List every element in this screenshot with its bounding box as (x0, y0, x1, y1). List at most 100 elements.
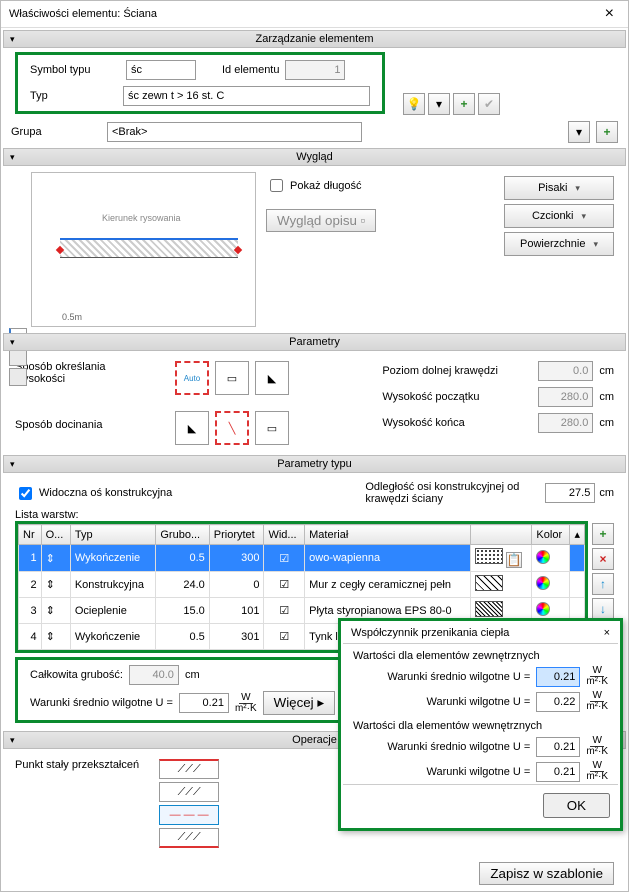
color-icon[interactable] (536, 602, 550, 616)
symbol-label: Symbol typu (30, 64, 120, 76)
medium-humid-input[interactable] (179, 693, 229, 713)
int-wet-input[interactable] (536, 762, 580, 782)
group-dropdown-icon[interactable]: ▾ (568, 121, 590, 143)
show-length-box[interactable] (270, 179, 283, 192)
close-icon[interactable]: × (599, 5, 620, 23)
height-opt-2[interactable]: ▭ (215, 361, 249, 395)
chevron-down-icon: ▾ (10, 459, 15, 470)
height-opt-auto[interactable]: Auto (175, 361, 209, 395)
section-parameters-label: Parametry (289, 336, 340, 348)
surfaces-button[interactable]: Powierzchnie (504, 232, 614, 256)
chevron-down-icon: ▾ (10, 34, 15, 45)
int-medium-input[interactable] (536, 737, 580, 757)
unit-cm: cm (185, 669, 200, 681)
drawing-direction-label: Kierunek rysowania (102, 213, 181, 223)
height-opt-3[interactable]: ◣ (255, 361, 289, 395)
hatch-icon (475, 548, 503, 564)
delete-layer-button[interactable]: × (592, 548, 614, 570)
fixed-point-opt-2[interactable]: ⟋⟋⟋ (159, 782, 219, 802)
section-type-params[interactable]: ▾ Parametry typu (3, 455, 626, 473)
hatch-icon (475, 575, 503, 591)
lower-edge-label: Poziom dolnej krawędzi (382, 365, 532, 377)
col-nr[interactable]: Nr (19, 525, 42, 545)
group-input[interactable] (107, 122, 362, 142)
titlebar: Właściwości elementu: Ściana × (1, 1, 628, 28)
symbol-input[interactable] (126, 60, 196, 80)
window-title: Właściwości elementu: Ściana (9, 8, 157, 20)
int-medium-label: Warunki średnio wilgotne U = (387, 741, 530, 753)
height-method-label: Sposób określania wysokości (15, 361, 155, 385)
int-wet-label: Warunki wilgotne U = (426, 766, 530, 778)
trim-opt-1[interactable]: ◣ (175, 411, 209, 445)
layers-label: Lista warstw: (15, 509, 614, 521)
chevron-down-icon: ▾ (10, 337, 15, 348)
unit-cm: cm (599, 487, 614, 499)
save-template-button[interactable]: Zapisz w szablonie (479, 862, 614, 885)
col-typ[interactable]: Typ (70, 525, 156, 545)
ext-wet-input[interactable] (536, 692, 580, 712)
col-kolor[interactable]: Kolor (532, 525, 570, 545)
ext-wet-label: Warunki wilgotne U = (426, 696, 530, 708)
trim-method-label: Sposób docinania (15, 419, 155, 431)
preview-canvas: Kierunek rysowania 0.5m (31, 172, 256, 327)
add-type-button[interactable]: + (453, 93, 475, 115)
trim-opt-2[interactable]: ╲ (215, 411, 249, 445)
col-o[interactable]: O... (41, 525, 70, 545)
scale-label: 0.5m (62, 312, 82, 322)
unit-cm: cm (599, 391, 614, 403)
section-management[interactable]: ▾ Zarządzanie elementem (3, 30, 626, 48)
show-axis-box[interactable] (19, 487, 32, 500)
fixed-point-opt-1[interactable]: ⟋⟋⟋ (159, 759, 219, 779)
side-tab-3[interactable] (9, 368, 27, 386)
unit-w-m2k: Wm²·K (586, 761, 608, 782)
ext-medium-label: Warunki średnio wilgotne U = (387, 671, 530, 683)
more-button[interactable]: Więcej ▸ (263, 691, 335, 715)
show-length-label: Pokaż długość (290, 180, 362, 192)
show-axis-checkbox[interactable]: Widoczna oś konstrukcyjna (15, 484, 172, 503)
ext-medium-input[interactable] (536, 667, 580, 687)
chevron-down-icon: ▾ (10, 735, 15, 746)
trim-opt-3[interactable]: ▭ (255, 411, 289, 445)
add-layer-button[interactable]: + (592, 523, 614, 545)
popup-title: Współczynnik przenikania ciepła (351, 627, 509, 639)
col-wid[interactable]: Wid... (264, 525, 305, 545)
start-height-input[interactable] (538, 387, 593, 407)
desc-look-button[interactable]: Wygląd opisu ▫ (266, 209, 376, 232)
section-type-params-label: Parametry typu (277, 458, 352, 470)
section-appearance[interactable]: ▾ Wygląd (3, 148, 626, 166)
id-label: Id elementu (222, 64, 279, 76)
section-appearance-label: Wygląd (296, 151, 333, 163)
fixed-point-opt-3[interactable]: — — — (159, 805, 219, 825)
lower-edge-input[interactable] (538, 361, 593, 381)
move-down-button[interactable]: ↓ (592, 598, 614, 620)
add-group-button[interactable]: + (596, 121, 618, 143)
dropdown-icon[interactable]: ▾ (428, 93, 450, 115)
move-up-button[interactable]: ↑ (592, 573, 614, 595)
color-icon[interactable] (536, 576, 550, 590)
axis-dist-input[interactable] (545, 483, 595, 503)
ok-button[interactable]: OK (543, 793, 610, 818)
material-picker-icon[interactable]: 📋 (506, 552, 522, 568)
popup-close-icon[interactable]: × (604, 627, 610, 639)
wall-preview (60, 238, 238, 258)
fixed-point-opt-4[interactable]: ⟋⟋⟋ (159, 828, 219, 848)
int-section-label: Wartości dla elementów wewnętrznych (343, 714, 618, 734)
show-axis-label: Widoczna oś konstrukcyjna (39, 487, 172, 499)
unit-cm: cm (599, 365, 614, 377)
check-icon[interactable]: ✔ (478, 93, 500, 115)
fonts-button[interactable]: Czcionki (504, 204, 614, 228)
end-height-input[interactable] (538, 413, 593, 433)
pens-button[interactable]: Pisaki (504, 176, 614, 200)
table-row[interactable]: 2 ⇕ Konstrukcyjna 24.0 0 ☑ Mur z cegły c… (19, 572, 585, 598)
table-row[interactable]: 1 ⇕ Wykończenie 0.5 300 ☑ owo-wapienna 📋 (19, 545, 585, 572)
type-input[interactable] (123, 86, 370, 106)
bulb-icon[interactable]: 💡 (403, 93, 425, 115)
type-label: Typ (30, 90, 117, 102)
total-thick-input (129, 665, 179, 685)
col-grubo[interactable]: Grubo... (156, 525, 209, 545)
col-mat[interactable]: Materiał (305, 525, 471, 545)
col-pri[interactable]: Priorytet (209, 525, 264, 545)
show-length-checkbox[interactable]: Pokaż długość (266, 176, 480, 195)
color-icon[interactable] (536, 550, 550, 564)
section-parameters[interactable]: ▾ Parametry (3, 333, 626, 351)
